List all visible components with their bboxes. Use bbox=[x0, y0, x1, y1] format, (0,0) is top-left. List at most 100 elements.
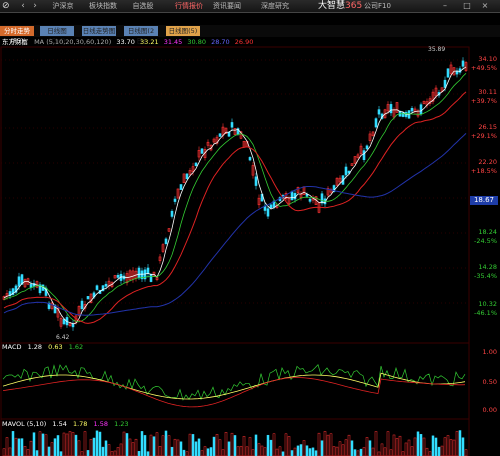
volume-bar bbox=[104, 440, 108, 456]
close-icon[interactable]: × bbox=[480, 1, 490, 11]
candle-body bbox=[164, 238, 168, 244]
volume-bar bbox=[410, 446, 414, 456]
chart-canvas[interactable] bbox=[0, 38, 500, 456]
volume-bar bbox=[314, 450, 318, 456]
volume-bar bbox=[149, 434, 153, 456]
company-f10-menu[interactable]: 公司F10 bbox=[364, 1, 391, 11]
volume-bar bbox=[29, 440, 33, 456]
volume-bar bbox=[383, 447, 387, 456]
candle-body bbox=[401, 112, 405, 117]
tab-3[interactable]: 行情报价 bbox=[172, 1, 206, 11]
candle-body bbox=[194, 162, 198, 167]
volume-bar bbox=[326, 434, 330, 456]
volume-bar bbox=[407, 439, 411, 456]
volume-bar bbox=[398, 435, 402, 456]
volume-bar bbox=[92, 437, 96, 456]
volume-bar bbox=[11, 431, 15, 456]
candle-body bbox=[146, 267, 150, 275]
volume-bar bbox=[107, 444, 111, 456]
volume-bar bbox=[77, 440, 81, 456]
candle-body bbox=[419, 104, 423, 115]
volume-bar bbox=[176, 439, 180, 456]
candle-body bbox=[116, 274, 120, 278]
volume-bar bbox=[368, 440, 372, 456]
y-label: 14.28 bbox=[478, 263, 497, 271]
candle-body bbox=[344, 166, 348, 176]
volume-bar bbox=[275, 448, 279, 456]
volume-bar bbox=[317, 432, 321, 456]
volume-bar bbox=[146, 451, 150, 456]
ma60-line bbox=[3, 133, 467, 316]
volume-bar bbox=[245, 446, 249, 456]
candle-body bbox=[254, 176, 258, 186]
volume-bar bbox=[386, 431, 390, 456]
volume-bar bbox=[32, 432, 36, 456]
volume-bar bbox=[374, 431, 378, 456]
minimize-icon[interactable]: – bbox=[440, 1, 450, 11]
ma20-line bbox=[3, 91, 467, 324]
volume-bar bbox=[35, 450, 39, 456]
volume-bar bbox=[188, 433, 192, 456]
volume-bar bbox=[455, 431, 459, 456]
maximize-icon[interactable]: □ bbox=[462, 1, 472, 11]
y-pct: -35.4% bbox=[474, 272, 497, 280]
volume-bar bbox=[440, 445, 444, 456]
subtab-3[interactable]: 日线图(2日) bbox=[124, 26, 158, 45]
volume-bar bbox=[362, 447, 366, 456]
volume-bar bbox=[224, 432, 228, 456]
subtab-1[interactable]: 日线图(Ctrl) bbox=[40, 26, 74, 45]
volume-bar bbox=[182, 449, 186, 456]
volume-bar bbox=[113, 450, 117, 456]
volume-bar bbox=[44, 434, 48, 456]
volume-bar bbox=[38, 431, 42, 456]
volume-bar bbox=[110, 451, 114, 456]
y-pct: +39.7% bbox=[470, 97, 497, 105]
candle-body bbox=[266, 208, 270, 217]
volume-bar bbox=[164, 430, 168, 456]
y-pct: +29.1% bbox=[470, 132, 497, 140]
tab-1[interactable]: 板块指数 bbox=[86, 1, 120, 11]
subtab-4[interactable]: 日线图(5) bbox=[166, 26, 200, 36]
volume-bar bbox=[179, 441, 183, 456]
candle-body bbox=[86, 296, 90, 300]
subtab-2[interactable]: 日线走势图 bbox=[82, 26, 116, 36]
tab-4[interactable]: 资讯要闻 bbox=[210, 1, 244, 11]
y-pct: +49.5% bbox=[470, 64, 497, 72]
volume-bar bbox=[206, 448, 210, 456]
volume-bar bbox=[464, 449, 468, 456]
ind1-line-green bbox=[2, 364, 466, 401]
volume-bar bbox=[281, 451, 285, 456]
tab-5[interactable]: 深度研究 bbox=[258, 1, 292, 11]
volume-bar bbox=[254, 434, 258, 456]
tab-0[interactable]: 沪深京 bbox=[46, 1, 80, 11]
volume-bar bbox=[122, 431, 126, 456]
volume-bar bbox=[20, 438, 24, 456]
volume-bar bbox=[59, 451, 63, 456]
volume-bar bbox=[50, 442, 54, 456]
volume-bar bbox=[185, 451, 189, 456]
candle-body bbox=[389, 104, 393, 114]
volume-bar bbox=[167, 435, 171, 456]
forward-arrow-icon[interactable]: › bbox=[28, 1, 42, 11]
volume-bar bbox=[419, 434, 423, 456]
low-label: 6.42 bbox=[56, 334, 70, 341]
volume-bar bbox=[200, 450, 204, 456]
y-label: 30.11 bbox=[478, 88, 497, 96]
volume-bar bbox=[197, 438, 201, 456]
volume-bar bbox=[443, 437, 447, 456]
app-logo-icon[interactable]: ⊘ bbox=[2, 1, 14, 11]
volume-bar bbox=[389, 449, 393, 456]
volume-bar bbox=[365, 437, 369, 456]
candle-body bbox=[95, 285, 99, 290]
volume-bar bbox=[125, 433, 129, 456]
tab-2[interactable]: 自选股 bbox=[126, 1, 160, 11]
volume-bar bbox=[242, 436, 246, 456]
volume-bar bbox=[350, 440, 354, 456]
kline-chart-area[interactable]: 东方财富 MA (5,10,20,30,60,120) 33.70 33.21 … bbox=[0, 38, 500, 456]
volume-bar bbox=[137, 451, 141, 456]
volume-bar bbox=[218, 439, 222, 456]
candle-body bbox=[374, 118, 378, 128]
volume-bar bbox=[2, 448, 6, 456]
subtab-0[interactable]: 分时走势(F5) bbox=[0, 26, 34, 45]
volume-bar bbox=[128, 438, 132, 456]
